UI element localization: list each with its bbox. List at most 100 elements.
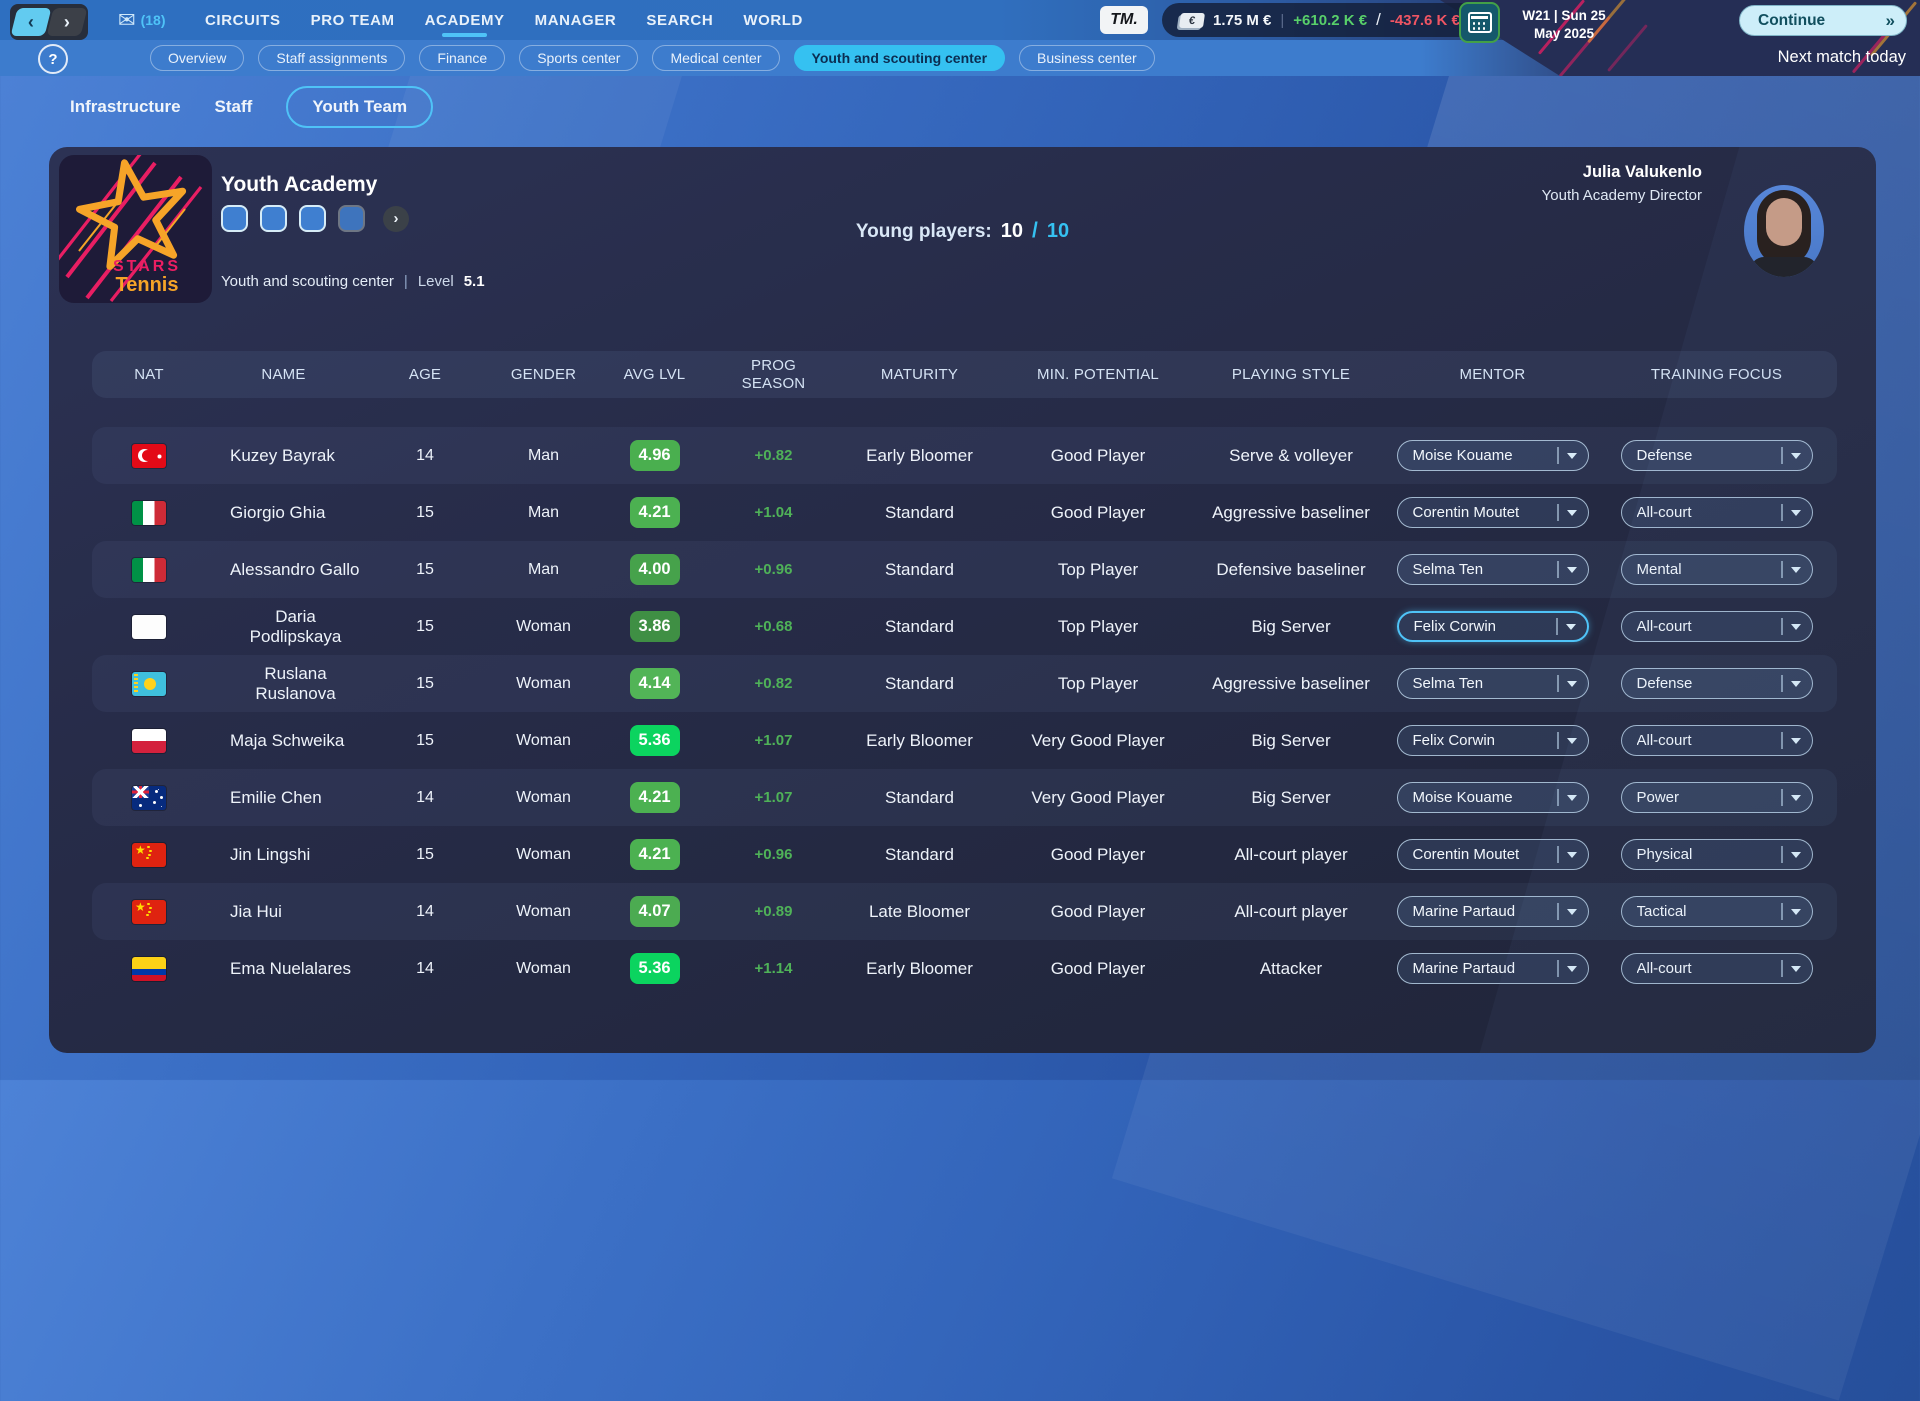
tab-youth-team[interactable]: Youth Team	[286, 86, 433, 128]
tab-infrastructure[interactable]: Infrastructure	[70, 88, 181, 126]
subnav-sports-center[interactable]: Sports center	[519, 45, 638, 71]
prog-season-value: +1.07	[755, 789, 793, 806]
finance-separator: |	[1280, 12, 1284, 29]
training-focus-dropdown[interactable]: All-court	[1621, 953, 1813, 984]
mentor-dropdown[interactable]: Moise Kouame	[1397, 782, 1589, 813]
dropdown-divider	[1557, 789, 1559, 806]
date-week-line: W21 | Sun 25	[1506, 7, 1622, 25]
dropdown-divider	[1557, 846, 1559, 863]
training-focus-dropdown[interactable]: All-court	[1621, 497, 1813, 528]
col-header-training-focus: TRAINING FOCUS	[1596, 366, 1837, 383]
nat-cell	[92, 615, 206, 639]
mentor-dropdown-value: Corentin Moutet	[1413, 846, 1550, 863]
avg-level-cell: 3.86	[598, 611, 711, 642]
chevron-down-icon	[1791, 681, 1801, 687]
mentor-dropdown[interactable]: Felix Corwin	[1397, 611, 1589, 642]
nav-search[interactable]: SEARCH	[646, 0, 713, 40]
svg-text:STARS: STARS	[113, 258, 181, 275]
subnav-overview[interactable]: Overview	[150, 45, 244, 71]
calendar-button[interactable]	[1459, 2, 1500, 43]
player-row-ruslana-ruslanova[interactable]: Ruslana Ruslanova15Woman4.14+0.82Standar…	[92, 655, 1837, 712]
mentor-dropdown[interactable]: Selma Ten	[1397, 554, 1589, 585]
player-age: 15	[361, 732, 489, 750]
training-focus-dropdown[interactable]: All-court	[1621, 725, 1813, 756]
forward-button[interactable]: ›	[47, 8, 88, 36]
mentor-dropdown[interactable]: Selma Ten	[1397, 668, 1589, 699]
training-focus-dropdown[interactable]: Physical	[1621, 839, 1813, 870]
training-focus-dropdown[interactable]: All-court	[1621, 611, 1813, 642]
avg-level-badge: 4.96	[630, 440, 680, 471]
chevron-down-icon	[1567, 510, 1577, 516]
subnav-medical-center[interactable]: Medical center	[652, 45, 779, 71]
chevron-down-icon	[1567, 795, 1577, 801]
dropdown-divider	[1781, 960, 1783, 977]
training-focus-dropdown[interactable]: Tactical	[1621, 896, 1813, 927]
nav-manager[interactable]: MANAGER	[535, 0, 617, 40]
player-row-giorgio-ghia[interactable]: Giorgio Ghia15Man4.21+1.04StandardGood P…	[92, 484, 1837, 541]
mentor-cell: Moise Kouame	[1389, 440, 1596, 471]
mentor-dropdown-value: Selma Ten	[1413, 675, 1550, 692]
avg-level-badge: 5.36	[630, 953, 680, 984]
mentor-dropdown[interactable]: Felix Corwin	[1397, 725, 1589, 756]
mentor-dropdown[interactable]: Corentin Moutet	[1397, 839, 1589, 870]
playing-style-cell: Big Server	[1193, 788, 1389, 808]
mentor-dropdown[interactable]: Moise Kouame	[1397, 440, 1589, 471]
avg-level-badge: 4.07	[630, 896, 680, 927]
player-age: 15	[361, 561, 489, 579]
training-focus-dropdown[interactable]: Defense	[1621, 668, 1813, 699]
min-potential-cell: Very Good Player	[1003, 788, 1193, 808]
training-focus-dropdown[interactable]: Defense	[1621, 440, 1813, 471]
nav-world[interactable]: WORLD	[743, 0, 803, 40]
player-name: Ema Nuelalares	[206, 959, 361, 979]
player-row-jia-hui[interactable]: Jia Hui14Woman4.07+0.89Late BloomerGood …	[92, 883, 1837, 940]
nav-circuits[interactable]: CIRCUITS	[205, 0, 281, 40]
mentor-dropdown[interactable]: Corentin Moutet	[1397, 497, 1589, 528]
training-focus-dropdown[interactable]: Power	[1621, 782, 1813, 813]
continue-chevrons-icon: »	[1886, 11, 1893, 31]
help-button[interactable]: ?	[38, 44, 68, 74]
dropdown-divider	[1781, 846, 1783, 863]
prog-season-cell: +0.82	[711, 447, 836, 464]
expense-value: -437.6 K €	[1390, 12, 1460, 29]
training-focus-dropdown-value: Tactical	[1637, 903, 1774, 920]
avg-level-badge: 4.21	[630, 497, 680, 528]
mentor-cell: Moise Kouame	[1389, 782, 1596, 813]
player-row-alessandro-gallo[interactable]: Alessandro Gallo15Man4.00+0.96StandardTo…	[92, 541, 1837, 598]
prog-season-value: +0.82	[755, 675, 793, 692]
nat-cell	[92, 501, 206, 525]
nav-academy[interactable]: ACADEMY	[425, 0, 505, 40]
back-button[interactable]: ‹	[11, 8, 52, 36]
training-focus-cell: All-court	[1596, 497, 1837, 528]
subnav-staff-assignments[interactable]: Staff assignments	[258, 45, 405, 71]
subnav-finance[interactable]: Finance	[419, 45, 505, 71]
tab-staff[interactable]: Staff	[215, 88, 253, 126]
kazakhstan-flag-icon	[132, 672, 166, 696]
mentor-dropdown-value: Selma Ten	[1413, 561, 1550, 578]
playing-style-cell: Big Server	[1193, 731, 1389, 751]
training-focus-cell: Defense	[1596, 668, 1837, 699]
players-table-header: NATNAMEAGEGENDERAVG LVLPROG SEASONMATURI…	[92, 351, 1837, 398]
subnav-business-center[interactable]: Business center	[1019, 45, 1155, 71]
training-focus-dropdown-value: Defense	[1637, 447, 1774, 464]
finance-summary[interactable]: € 1.75 M € | +610.2 K € / -437.6 K €	[1162, 3, 1478, 37]
player-row-maja-schweika[interactable]: Maja Schweika15Woman5.36+1.07Early Bloom…	[92, 712, 1837, 769]
player-row-kuzey-bayrak[interactable]: Kuzey Bayrak14Man4.96+0.82Early BloomerG…	[92, 427, 1837, 484]
player-row-ema-nuelalares[interactable]: Ema Nuelalares14Woman5.36+1.14Early Bloo…	[92, 940, 1837, 997]
player-row-emilie-chen[interactable]: Emilie Chen14Woman4.21+1.07StandardVery …	[92, 769, 1837, 826]
prog-season-cell: +1.14	[711, 960, 836, 977]
mentor-dropdown-value: Marine Partaud	[1413, 903, 1550, 920]
dropdown-divider	[1557, 675, 1559, 692]
player-row-jin-lingshi[interactable]: Jin Lingshi15Woman4.21+0.96StandardGood …	[92, 826, 1837, 883]
subnav-youth-and-scouting-center[interactable]: Youth and scouting center	[794, 45, 1006, 71]
min-potential-cell: Good Player	[1003, 446, 1193, 466]
training-focus-dropdown[interactable]: Mental	[1621, 554, 1813, 585]
prog-season-value: +0.89	[755, 903, 793, 920]
inbox-button[interactable]: ✉ (18)	[118, 0, 166, 40]
mentor-dropdown[interactable]: Marine Partaud	[1397, 953, 1589, 984]
nav-pro-team[interactable]: PRO TEAM	[311, 0, 395, 40]
continue-button[interactable]: Continue »	[1739, 5, 1907, 36]
player-row-daria-podlipskaya[interactable]: Daria Podlipskaya15Woman3.86+0.68Standar…	[92, 598, 1837, 655]
min-potential-cell: Good Player	[1003, 959, 1193, 979]
mentor-dropdown[interactable]: Marine Partaud	[1397, 896, 1589, 927]
playing-style-cell: All-court player	[1193, 902, 1389, 922]
